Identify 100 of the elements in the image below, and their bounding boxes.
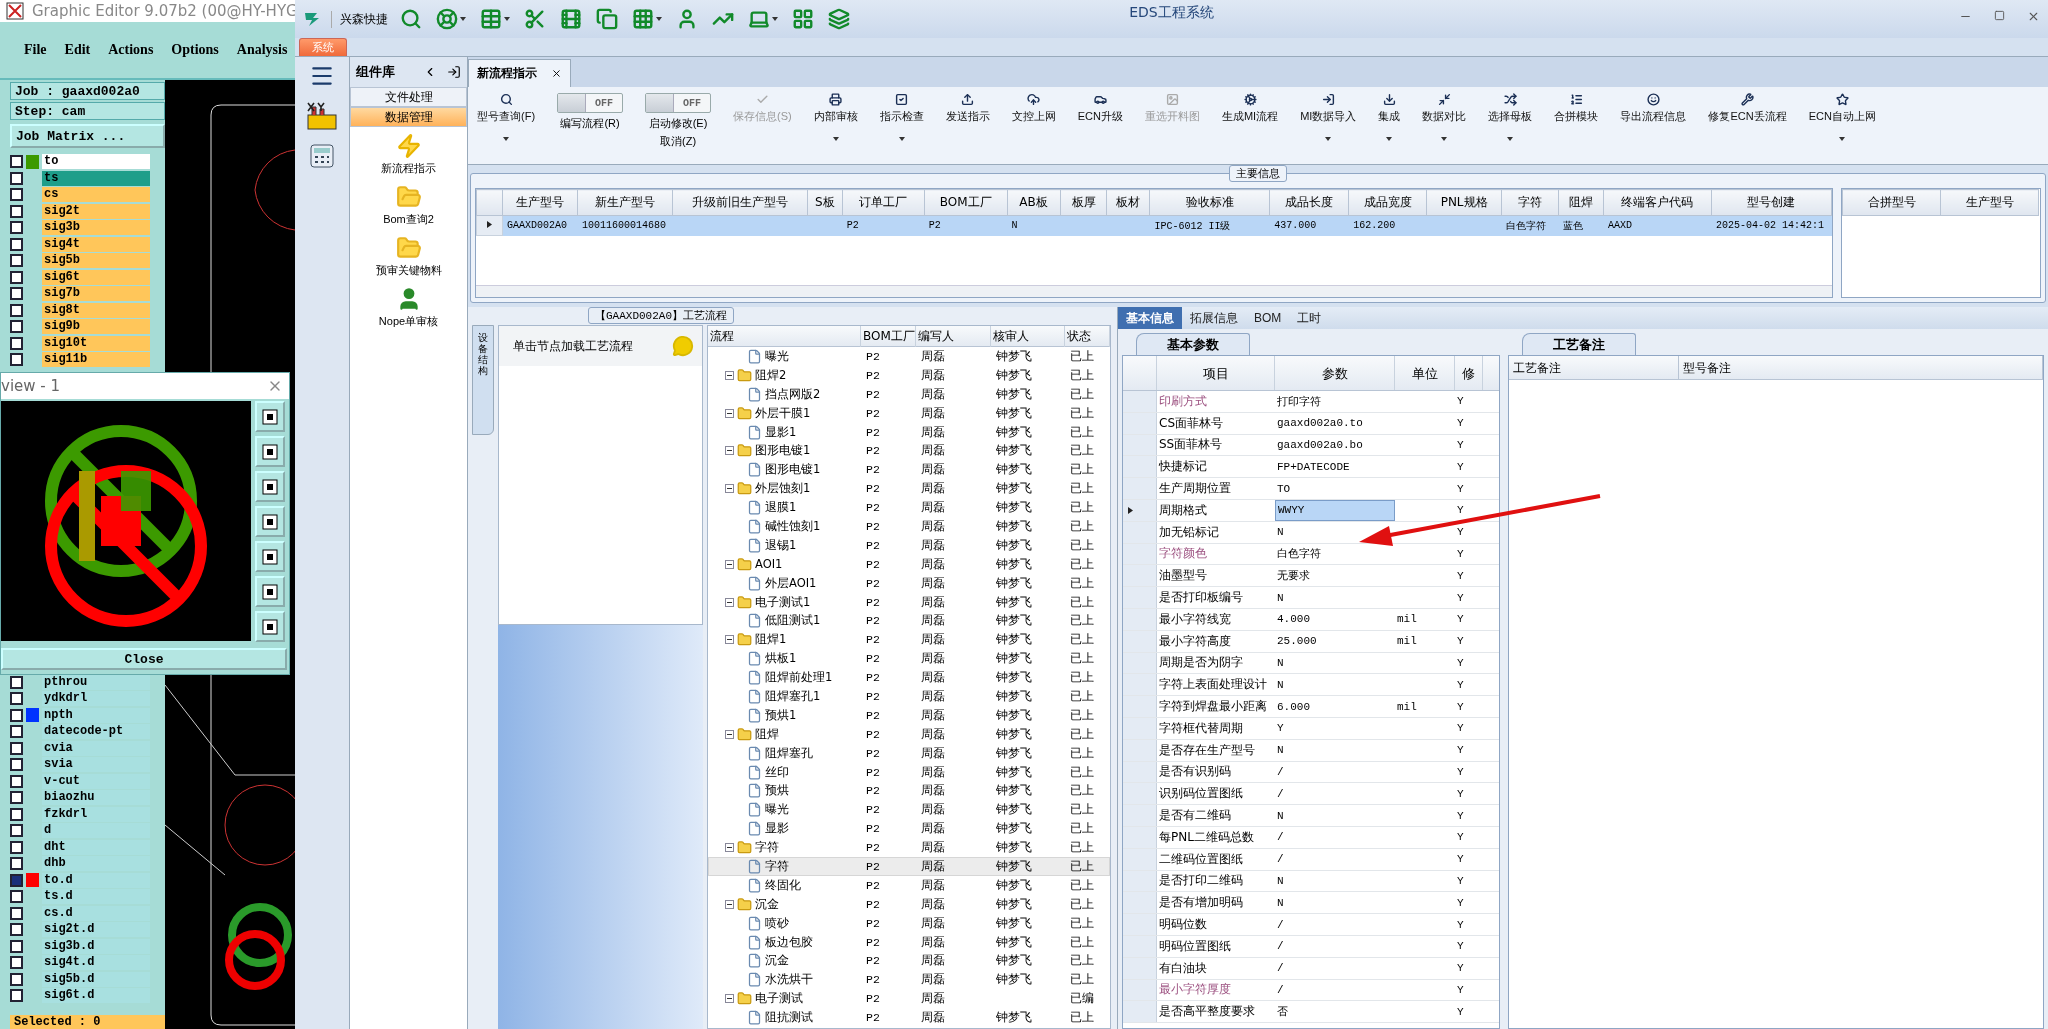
param-value[interactable]: WWYY xyxy=(1275,500,1395,521)
layer-item[interactable]: d xyxy=(42,823,150,839)
tab-label[interactable]: 新流程指示 xyxy=(477,65,537,82)
menu-item[interactable]: Edit xyxy=(64,42,91,58)
copy-tool[interactable] xyxy=(594,8,620,30)
layer-checkbox[interactable] xyxy=(10,692,23,706)
layer-checkbox[interactable] xyxy=(10,725,23,739)
layer-item[interactable]: dhb xyxy=(42,856,150,872)
row-header[interactable] xyxy=(476,215,503,236)
layer-checkbox[interactable] xyxy=(10,791,23,805)
column-header[interactable]: 终端客户代码 xyxy=(1603,189,1712,216)
param-value[interactable]: N xyxy=(1275,805,1395,826)
layer-item[interactable]: to xyxy=(42,154,150,170)
param-value[interactable]: / xyxy=(1275,957,1395,979)
collapse-icon[interactable] xyxy=(725,635,734,645)
layer-checkbox[interactable] xyxy=(10,807,23,821)
layer-checkbox[interactable] xyxy=(10,336,23,350)
param-value[interactable]: gaaxd002a0.to xyxy=(1275,412,1395,434)
side-tab[interactable]: 设备结构 xyxy=(472,325,494,435)
zoom-button[interactable] xyxy=(255,401,285,432)
layer-checkbox[interactable] xyxy=(10,824,23,838)
ribbon-button[interactable]: 发送指示 xyxy=(940,93,995,124)
column-header[interactable]: 板厚 xyxy=(1060,189,1107,216)
lifebuoy-tool[interactable] xyxy=(434,8,468,30)
param-value[interactable]: / xyxy=(1275,979,1395,1001)
column-header[interactable]: PNL规格 xyxy=(1426,189,1502,216)
left-button[interactable] xyxy=(255,506,285,537)
layer-item[interactable]: sig3b.d xyxy=(42,938,150,954)
param-value[interactable]: / xyxy=(1275,848,1395,870)
layer-checkbox[interactable] xyxy=(10,956,23,970)
column-header[interactable]: S板 xyxy=(807,189,843,216)
layer-checkbox[interactable] xyxy=(10,320,23,334)
column-header[interactable]: 生产型号 xyxy=(502,189,578,216)
layer-item[interactable]: sig8t xyxy=(42,302,150,318)
ribbon-button[interactable]: 修复ECN丢流程 xyxy=(1703,93,1792,124)
ribbon-button[interactable]: 指示检查 xyxy=(874,93,929,141)
layer-checkbox[interactable] xyxy=(10,221,23,235)
pane-tab[interactable]: 基本参数 xyxy=(1136,333,1250,355)
close-button[interactable]: Close xyxy=(1,648,287,670)
detail-tab[interactable]: 工时 xyxy=(1289,307,1330,329)
param-value[interactable]: N xyxy=(1275,587,1395,608)
layer-checkbox[interactable] xyxy=(10,923,23,937)
param-value[interactable]: / xyxy=(1275,935,1395,957)
collapse-icon[interactable] xyxy=(725,559,734,569)
pan-button[interactable] xyxy=(255,611,285,642)
column-header[interactable]: 单位 xyxy=(1395,356,1455,390)
column-header[interactable]: 成品宽度 xyxy=(1348,189,1427,216)
pane-tab[interactable]: 工艺备注 xyxy=(1522,333,1636,355)
detail-tab[interactable]: 拓展信息 xyxy=(1182,307,1246,329)
layer-checkbox[interactable] xyxy=(10,840,23,854)
factory-icon[interactable] xyxy=(306,101,338,131)
ribbon-button[interactable]: 导出流程信息 xyxy=(1615,93,1692,124)
menu-item[interactable]: Actions xyxy=(108,42,154,58)
ribbon-button[interactable]: 选择母板 xyxy=(1483,93,1538,141)
param-value[interactable]: gaaxd002a0.bo xyxy=(1275,434,1395,456)
collapse-icon[interactable] xyxy=(725,484,734,494)
menu-item[interactable]: Options xyxy=(171,42,219,58)
layer-item[interactable]: sig7b xyxy=(42,286,150,302)
column-header[interactable]: 字符 xyxy=(1501,189,1559,216)
layer-item[interactable]: ts xyxy=(42,170,150,186)
layer-item[interactable]: v-cut xyxy=(42,773,150,789)
collapse-icon[interactable] xyxy=(725,597,734,607)
job-matrix-button[interactable]: Job Matrix ... xyxy=(10,124,165,148)
library-item[interactable]: 新流程指示 xyxy=(350,127,467,178)
column-header[interactable]: 生产型号 xyxy=(1940,189,2039,216)
collapse-icon[interactable] xyxy=(725,370,734,380)
param-value[interactable]: / xyxy=(1275,914,1395,935)
layer-checkbox[interactable] xyxy=(10,254,23,268)
layer-item[interactable]: svia xyxy=(42,757,150,773)
layer-item[interactable]: sig11b xyxy=(42,352,150,368)
layer-item[interactable]: datecode-pt xyxy=(42,724,150,740)
column-header[interactable]: 工艺备注 xyxy=(1509,356,1679,380)
column-header[interactable]: 板材 xyxy=(1106,189,1150,216)
ribbon-button[interactable]: 型号查询(F) xyxy=(472,93,541,141)
column-header[interactable]: 升级前旧生产型号 xyxy=(672,189,808,216)
param-value[interactable]: N xyxy=(1275,652,1395,674)
detail-tab[interactable]: 基本信息 xyxy=(1118,307,1182,329)
ribbon-button[interactable]: 集成 xyxy=(1373,93,1406,141)
horizontal-scrollbar[interactable] xyxy=(476,285,1832,297)
layer-checkbox[interactable] xyxy=(10,774,23,788)
param-value[interactable]: N xyxy=(1275,521,1395,543)
restore-icon[interactable] xyxy=(1994,10,2005,21)
library-group[interactable]: 文件处理 xyxy=(350,87,467,107)
layer-checkbox[interactable] xyxy=(10,857,23,871)
layer-item[interactable]: sig5b.d xyxy=(42,971,150,987)
collapse-icon[interactable] xyxy=(725,899,734,909)
layer-checkbox[interactable] xyxy=(10,873,23,887)
collapse-icon[interactable] xyxy=(725,994,734,1004)
layer-checkbox[interactable] xyxy=(10,237,23,251)
collapse-icon[interactable] xyxy=(725,408,734,418)
layer-checkbox[interactable] xyxy=(10,270,23,284)
library-item[interactable]: Nope单审核 xyxy=(350,280,467,331)
layer-checkbox[interactable] xyxy=(10,287,23,301)
layer-item[interactable]: dht xyxy=(42,839,150,855)
column-header[interactable]: 订单工厂 xyxy=(842,189,925,216)
detail-tab[interactable]: BOM xyxy=(1246,307,1290,329)
param-value[interactable]: 白色字符 xyxy=(1275,543,1395,565)
param-value[interactable]: N xyxy=(1275,870,1395,892)
document-tab[interactable]: 新流程指示 xyxy=(468,59,571,87)
layer-item[interactable]: cvia xyxy=(42,740,150,756)
